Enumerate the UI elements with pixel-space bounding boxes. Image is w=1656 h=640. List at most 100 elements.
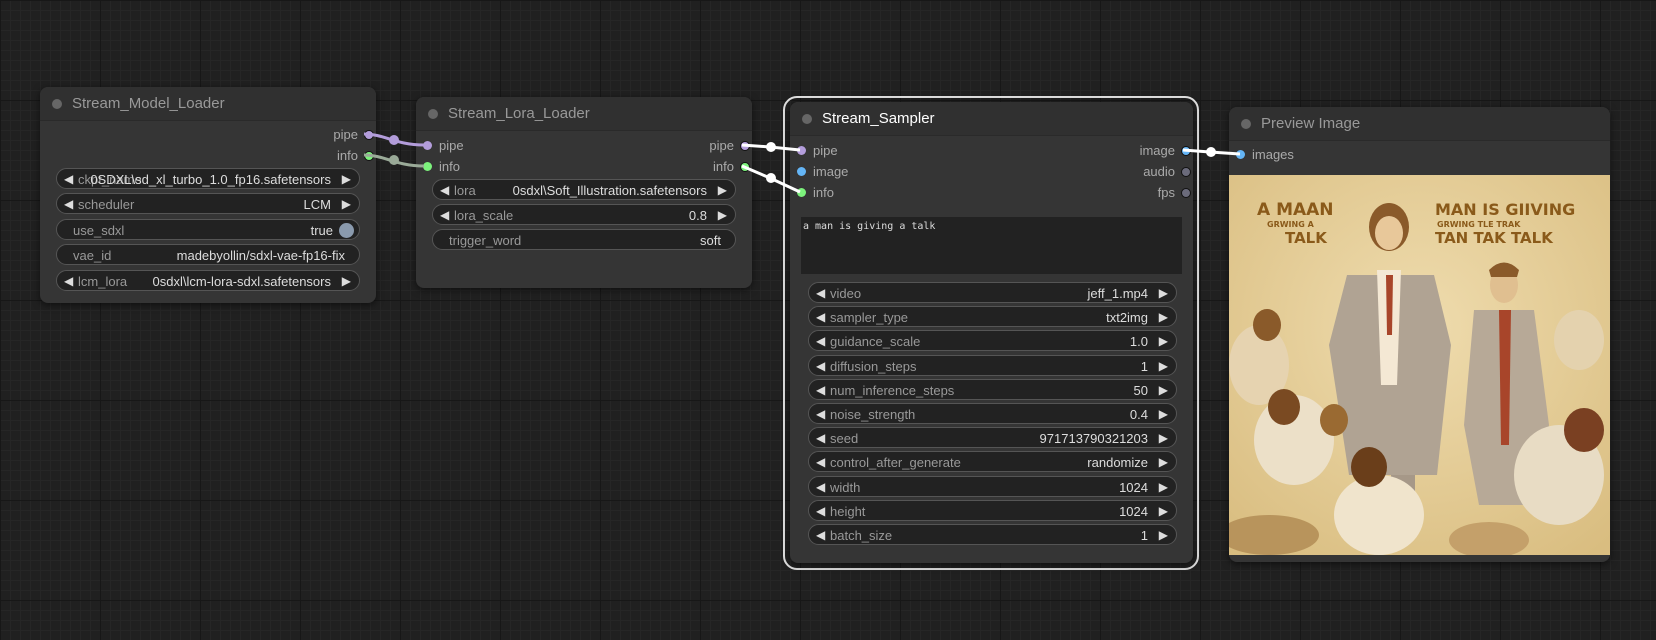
widget-lora-scale[interactable]: ◀ lora_scale 0.8 ▶ xyxy=(432,204,736,225)
slot-pin-icon[interactable] xyxy=(797,146,806,155)
arrow-right-icon[interactable]: ▶ xyxy=(1159,380,1168,401)
arrow-right-icon[interactable]: ▶ xyxy=(1159,307,1168,328)
widget-lora[interactable]: ◀ lora 0sdxl\Soft_Illustration.safetenso… xyxy=(432,179,736,200)
node-title-bar[interactable]: Stream_Lora_Loader xyxy=(416,97,752,131)
output-slot-info[interactable]: info xyxy=(254,145,374,166)
link-image-sampler-to-preview-midpoint[interactable] xyxy=(1206,147,1216,157)
arrow-right-icon[interactable]: ▶ xyxy=(1159,283,1168,304)
widget-control-after-generate[interactable]: ◀ control_after_generate randomize ▶ xyxy=(808,451,1177,473)
arrow-left-icon[interactable]: ◀ xyxy=(816,452,825,473)
arrow-left-icon[interactable]: ◀ xyxy=(816,501,825,522)
arrow-right-icon[interactable]: ▶ xyxy=(342,169,351,190)
slot-pin-icon[interactable] xyxy=(740,141,750,151)
arrow-left-icon[interactable]: ◀ xyxy=(816,428,825,449)
node-stream-lora-loader[interactable]: Stream_Lora_Loader pipe info pipe info ◀… xyxy=(416,97,752,288)
arrow-left-icon[interactable]: ◀ xyxy=(816,380,825,401)
slot-pin-icon[interactable] xyxy=(364,151,374,161)
node-title-bar[interactable]: Stream_Model_Loader xyxy=(40,87,376,121)
toggle-knob-icon[interactable] xyxy=(339,223,354,238)
arrow-right-icon[interactable]: ▶ xyxy=(1159,356,1168,377)
input-slot-info[interactable]: info xyxy=(797,182,897,203)
slot-pin-icon[interactable] xyxy=(423,141,432,150)
widget-height[interactable]: ◀ height 1024 ▶ xyxy=(808,499,1177,522)
arrow-left-icon[interactable]: ◀ xyxy=(64,194,73,215)
output-slot-fps[interactable]: fps xyxy=(1091,182,1191,203)
slot-pin-icon[interactable] xyxy=(797,188,806,197)
widget-scheduler[interactable]: ◀ scheduler LCM ▶ xyxy=(56,193,360,214)
arrow-right-icon[interactable]: ▶ xyxy=(1159,428,1168,449)
widget-num-inference-steps[interactable]: ◀ num_inference_steps 50 ▶ xyxy=(808,378,1177,401)
arrow-left-icon[interactable]: ◀ xyxy=(440,180,449,201)
widget-noise-strength[interactable]: ◀ noise_strength 0.4 ▶ xyxy=(808,403,1177,424)
output-slot-pipe[interactable]: pipe xyxy=(650,135,750,156)
arrow-left-icon[interactable]: ◀ xyxy=(816,525,825,546)
widget-ckpt-name[interactable]: ◀ ckpt_name 0SDXL\sd_xl_turbo_1.0_fp16.s… xyxy=(56,168,360,189)
input-slot-info[interactable]: info xyxy=(423,156,523,177)
node-title-bar[interactable]: Preview Image xyxy=(1229,107,1610,141)
widget-seed[interactable]: ◀ seed 971713790321203 ▶ xyxy=(808,427,1177,449)
arrow-left-icon[interactable]: ◀ xyxy=(816,307,825,328)
preview-image[interactable]: A MAAN GRWING A TALK MAN IS GIIVING GRWI… xyxy=(1229,175,1610,555)
arrow-right-icon[interactable]: ▶ xyxy=(342,194,351,215)
widget-diffusion-steps[interactable]: ◀ diffusion_steps 1 ▶ xyxy=(808,354,1177,377)
widget-trigger-word[interactable]: trigger_word soft xyxy=(432,229,736,250)
arrow-left-icon[interactable]: ◀ xyxy=(64,169,73,190)
node-title: Stream_Lora_Loader xyxy=(448,105,590,122)
input-slot-pipe[interactable]: pipe xyxy=(797,140,897,161)
widget-width[interactable]: ◀ width 1024 ▶ xyxy=(808,475,1177,498)
node-stream-model-loader[interactable]: Stream_Model_Loader pipe info ◀ ckpt_nam… xyxy=(40,87,376,303)
arrow-left-icon[interactable]: ◀ xyxy=(64,271,73,292)
link-pipe-lora-to-sampler-midpoint[interactable] xyxy=(766,142,776,152)
widget-use-sdxl-toggle[interactable]: use_sdxl true xyxy=(56,219,360,240)
node-title: Preview Image xyxy=(1261,115,1361,132)
arrow-left-icon[interactable]: ◀ xyxy=(816,356,825,377)
arrow-right-icon[interactable]: ▶ xyxy=(1159,404,1168,425)
widget-vae-id[interactable]: vae_id madebyollin/sdxl-vae-fp16-fix xyxy=(56,244,360,265)
link-pipe-model-to-lora-midpoint[interactable] xyxy=(389,135,399,145)
widget-batch-size[interactable]: ◀ batch_size 1 ▶ xyxy=(808,524,1177,545)
output-slot-info[interactable]: info xyxy=(650,156,750,177)
arrow-right-icon[interactable]: ▶ xyxy=(1159,331,1168,352)
arrow-right-icon[interactable]: ▶ xyxy=(1159,501,1168,522)
arrow-left-icon[interactable]: ◀ xyxy=(816,283,825,304)
arrow-right-icon[interactable]: ▶ xyxy=(718,180,727,201)
node-stream-sampler[interactable]: Stream_Sampler pipe image info image aud… xyxy=(790,102,1193,563)
arrow-left-icon[interactable]: ◀ xyxy=(816,477,825,498)
arrow-right-icon[interactable]: ▶ xyxy=(718,205,727,226)
input-slot-image[interactable]: image xyxy=(797,161,897,182)
arrow-right-icon[interactable]: ▶ xyxy=(1159,452,1168,473)
slot-pin-icon[interactable] xyxy=(797,167,806,176)
arrow-right-icon[interactable]: ▶ xyxy=(1159,525,1168,546)
input-slot-images[interactable]: images xyxy=(1236,144,1336,165)
arrow-left-icon[interactable]: ◀ xyxy=(440,205,449,226)
widget-guidance-scale[interactable]: ◀ guidance_scale 1.0 ▶ xyxy=(808,330,1177,352)
collapse-dot-icon[interactable] xyxy=(52,99,62,109)
output-slot-audio[interactable]: audio xyxy=(1091,161,1191,182)
link-info-lora-to-sampler-midpoint[interactable] xyxy=(766,173,776,183)
slot-pin-icon[interactable] xyxy=(423,162,432,171)
collapse-dot-icon[interactable] xyxy=(428,109,438,119)
prompt-textarea[interactable]: a man is giving a talk xyxy=(801,217,1182,274)
slot-pin-icon[interactable] xyxy=(1236,150,1245,159)
image-caption-right-1: MAN IS GIIVING xyxy=(1435,200,1575,219)
collapse-dot-icon[interactable] xyxy=(1241,119,1251,129)
arrow-right-icon[interactable]: ▶ xyxy=(342,271,351,292)
arrow-right-icon[interactable]: ▶ xyxy=(1159,477,1168,498)
slot-pin-icon[interactable] xyxy=(740,162,750,172)
slot-pin-icon[interactable] xyxy=(1181,167,1191,177)
widget-video[interactable]: ◀ video jeff_1.mp4 ▶ xyxy=(808,282,1177,303)
output-slot-pipe[interactable]: pipe xyxy=(254,124,374,145)
input-slot-pipe[interactable]: pipe xyxy=(423,135,523,156)
arrow-left-icon[interactable]: ◀ xyxy=(816,404,825,425)
widget-sampler-type[interactable]: ◀ sampler_type txt2img ▶ xyxy=(808,306,1177,328)
link-info-model-to-lora-midpoint[interactable] xyxy=(389,155,399,165)
slot-pin-icon[interactable] xyxy=(1181,188,1191,198)
slot-pin-icon[interactable] xyxy=(364,130,374,140)
arrow-left-icon[interactable]: ◀ xyxy=(816,331,825,352)
node-title-bar[interactable]: Stream_Sampler xyxy=(790,102,1193,136)
collapse-dot-icon[interactable] xyxy=(802,114,812,124)
widget-lcm-lora[interactable]: ◀ lcm_lora 0sdxl\lcm-lora-sdxl.safetenso… xyxy=(56,270,360,291)
output-slot-image[interactable]: image xyxy=(1091,140,1191,161)
node-preview-image[interactable]: Preview Image images A MAAN GRWING A TAL… xyxy=(1229,107,1610,562)
slot-pin-icon[interactable] xyxy=(1181,146,1191,156)
